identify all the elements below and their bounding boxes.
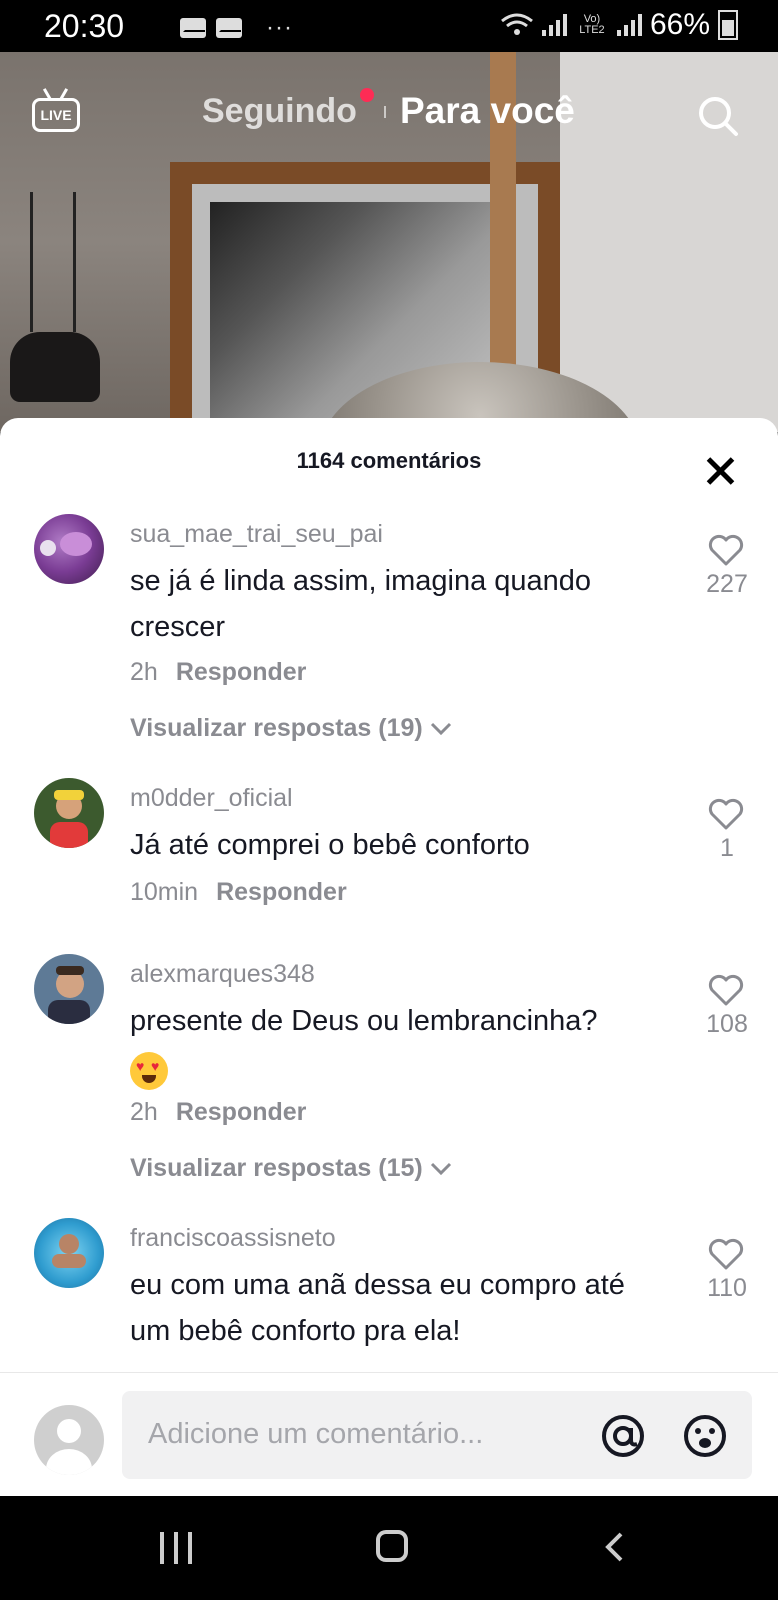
comment-time: 2h bbox=[130, 658, 158, 686]
comment-meta: 2h Responder bbox=[130, 658, 306, 687]
battery-icon bbox=[718, 10, 738, 40]
notification-icons: ··· bbox=[180, 14, 293, 42]
status-time: 20:30 bbox=[44, 8, 125, 44]
view-replies-button[interactable]: Visualizar respostas (15) bbox=[130, 1154, 452, 1183]
comments-count-title: 1164 comentários bbox=[296, 448, 482, 473]
avatar[interactable] bbox=[34, 954, 104, 1024]
tab-for-you[interactable]: Para você bbox=[400, 90, 575, 132]
comment-text: eu com uma anã dessa eu compro até um be… bbox=[130, 1269, 625, 1347]
heart-icon[interactable] bbox=[708, 974, 744, 1006]
battery-percent: 66% bbox=[649, 8, 710, 41]
avatar[interactable] bbox=[34, 778, 104, 848]
live-icon[interactable]: LIVE bbox=[32, 88, 84, 134]
status-right: Vo) LTE2 66% bbox=[500, 8, 738, 42]
recent-apps-button[interactable] bbox=[160, 1532, 192, 1564]
tab-separator bbox=[384, 106, 386, 118]
comment-input-placeholder: Adicione um comentário... bbox=[148, 1418, 484, 1450]
live-label: LIVE bbox=[32, 98, 80, 132]
comment-text: Já até comprei o bebê conforto bbox=[130, 829, 530, 861]
heart-icon[interactable] bbox=[708, 798, 744, 830]
emoji-icon[interactable] bbox=[682, 1413, 728, 1459]
home-button[interactable] bbox=[376, 1530, 408, 1562]
system-navigation-bar bbox=[0, 1496, 778, 1600]
status-bar: 20:30 ··· Vo) LTE2 66% bbox=[0, 0, 778, 52]
reply-button[interactable]: Responder bbox=[176, 1098, 307, 1126]
comment-text: presente de Deus ou lembrancinha? bbox=[130, 1005, 598, 1037]
heart-icon[interactable] bbox=[708, 1238, 744, 1270]
current-user-avatar bbox=[34, 1405, 104, 1475]
back-button[interactable] bbox=[604, 1532, 624, 1562]
comment-input-bar: Adicione um comentário... bbox=[0, 1372, 778, 1497]
signal-icon bbox=[541, 14, 567, 36]
network-label: Vo) LTE2 bbox=[579, 13, 605, 36]
close-icon[interactable] bbox=[706, 456, 736, 486]
like-count: 227 bbox=[706, 570, 748, 598]
mail-icon bbox=[216, 18, 242, 38]
comment-text: se já é linda assim, imagina quando cres… bbox=[130, 565, 592, 643]
like-count: 110 bbox=[707, 1274, 747, 1302]
comment-input[interactable]: Adicione um comentário... bbox=[122, 1391, 752, 1479]
comment-username[interactable]: sua_mae_trai_seu_pai bbox=[130, 520, 383, 549]
comments-sheet: 1164 comentários sua_mae_trai_seu_pai se… bbox=[0, 418, 778, 1496]
mention-at-icon[interactable] bbox=[600, 1413, 646, 1459]
top-navigation: LIVE Seguindo Para você bbox=[0, 80, 778, 150]
heart-eyes-emoji-icon bbox=[130, 1052, 168, 1090]
signal-icon bbox=[616, 14, 642, 36]
comment-time: 2h bbox=[130, 1098, 158, 1126]
like-count: 108 bbox=[706, 1010, 748, 1038]
comment-username[interactable]: alexmarques348 bbox=[130, 960, 315, 989]
search-icon[interactable] bbox=[696, 94, 740, 138]
like-count: 1 bbox=[720, 834, 734, 862]
reply-button[interactable]: Responder bbox=[176, 658, 307, 686]
comment-meta: 2h Responder bbox=[130, 1098, 306, 1127]
comment-meta: 10min Responder bbox=[130, 878, 347, 907]
wifi-icon bbox=[501, 13, 533, 35]
comment-username[interactable]: franciscoassisneto bbox=[130, 1224, 336, 1253]
tab-following[interactable]: Seguindo bbox=[202, 92, 357, 131]
mail-icon bbox=[180, 18, 206, 38]
comment-time: 10min bbox=[130, 878, 199, 906]
notification-dot bbox=[360, 88, 374, 102]
bag bbox=[10, 332, 100, 402]
heart-icon[interactable] bbox=[708, 534, 744, 566]
avatar[interactable] bbox=[34, 1218, 104, 1288]
reply-button[interactable]: Responder bbox=[216, 878, 347, 906]
chevron-down-icon bbox=[430, 1162, 451, 1176]
avatar[interactable] bbox=[34, 514, 104, 584]
chevron-down-icon bbox=[430, 722, 451, 736]
view-replies-button[interactable]: Visualizar respostas (19) bbox=[130, 714, 452, 743]
comment-username[interactable]: m0dder_oficial bbox=[130, 784, 293, 813]
more-notifications-icon: ··· bbox=[266, 14, 293, 41]
